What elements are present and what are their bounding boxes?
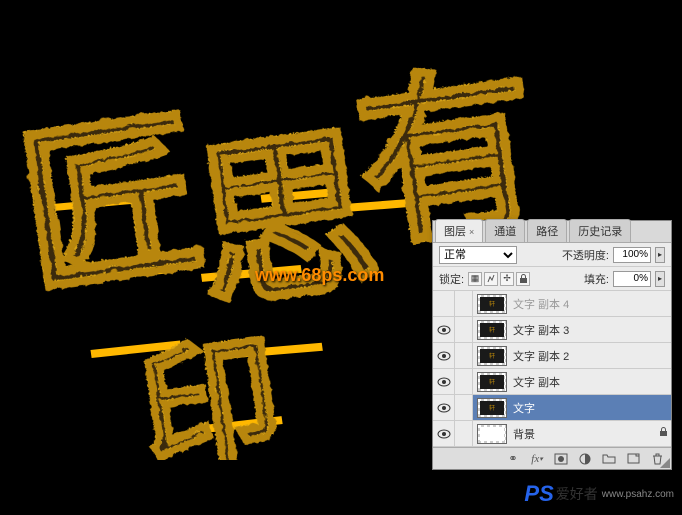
lock-position-icon[interactable]: ✢ (500, 272, 514, 286)
layer-thumbnail[interactable]: 轩 (477, 294, 507, 314)
eye-icon (437, 403, 451, 413)
fx-icon[interactable]: fx▾ (529, 452, 545, 466)
layer-row[interactable]: 轩 文字 (433, 395, 671, 421)
layer-row[interactable]: 轩 文字 副本 4 (433, 291, 671, 317)
layers-panel: 图层× 通道 路径 历史记录 正常 不透明度: ▸ 锁定: ▦ ✢ 填充: ▸ (432, 220, 672, 470)
layer-row[interactable]: 背景 (433, 421, 671, 447)
layer-row[interactable]: 轩 文字 副本 3 (433, 317, 671, 343)
svg-text:印: 印 (130, 321, 290, 460)
visibility-toggle[interactable] (433, 291, 455, 316)
opacity-label: 不透明度: (562, 247, 609, 263)
watermark-center: www.68ps.com (255, 265, 384, 286)
link-layers-icon[interactable]: ⚭ (505, 452, 521, 466)
lock-transparency-icon[interactable]: ▦ (468, 272, 482, 286)
tab-layers[interactable]: 图层× (435, 219, 483, 242)
lock-label: 锁定: (439, 271, 464, 287)
layer-name[interactable]: 背景 (511, 426, 655, 442)
blend-row: 正常 不透明度: ▸ (433, 243, 671, 267)
layer-name[interactable]: 文字 副本 4 (511, 296, 671, 312)
layer-name[interactable]: 文字 副本 2 (511, 348, 671, 364)
resize-handle[interactable] (660, 458, 670, 468)
layer-thumbnail[interactable] (477, 424, 507, 444)
svg-text:思: 思 (181, 110, 387, 332)
visibility-toggle[interactable] (433, 421, 455, 446)
layer-thumbnail[interactable]: 轩 (477, 346, 507, 366)
watermark-cn: 爱好者 (556, 484, 598, 504)
opacity-dropdown-icon[interactable]: ▸ (655, 247, 665, 263)
svg-text:匠: 匠 (20, 94, 214, 316)
layer-row[interactable]: 轩 文字 副本 (433, 369, 671, 395)
fill-dropdown-icon[interactable]: ▸ (655, 271, 665, 287)
visibility-toggle[interactable] (433, 317, 455, 342)
blend-mode-select[interactable]: 正常 (439, 246, 517, 264)
opacity-input[interactable] (613, 247, 651, 263)
close-icon[interactable]: × (469, 227, 474, 237)
visibility-toggle[interactable] (433, 343, 455, 368)
layer-thumbnail[interactable]: 轩 (477, 372, 507, 392)
lock-icon (655, 427, 671, 440)
visibility-toggle[interactable] (433, 369, 455, 394)
layer-thumbnail[interactable]: 轩 (477, 320, 507, 340)
tab-history[interactable]: 历史记录 (569, 219, 631, 242)
fill-label: 填充: (584, 271, 609, 287)
lock-pixels-icon[interactable] (484, 272, 498, 286)
svg-text:印: 印 (130, 321, 290, 460)
layer-row[interactable]: 轩 文字 副本 2 (433, 343, 671, 369)
svg-text:匠: 匠 (20, 94, 214, 316)
watermark-ps: PS (524, 481, 553, 507)
panel-tabs: 图层× 通道 路径 历史记录 (433, 221, 671, 243)
fill-input[interactable] (613, 271, 651, 287)
layer-name[interactable]: 文字 (511, 400, 671, 416)
eye-icon (437, 377, 451, 387)
new-layer-icon[interactable] (625, 452, 641, 466)
layer-thumbnail[interactable]: 轩 (477, 398, 507, 418)
watermark-corner: PS 爱好者 www.psahz.com (524, 481, 674, 507)
layer-name[interactable]: 文字 副本 3 (511, 322, 671, 338)
panel-footer: ⚭ fx▾ (433, 447, 671, 469)
layer-name[interactable]: 文字 副本 (511, 374, 671, 390)
lock-all-icon[interactable] (516, 272, 530, 286)
watermark-url: www.psahz.com (602, 489, 674, 500)
layer-list: 轩 文字 副本 4 轩 文字 副本 3 轩 文字 副本 2 轩 文字 副本 轩 … (433, 291, 671, 447)
lock-row: 锁定: ▦ ✢ 填充: ▸ (433, 267, 671, 291)
eye-icon (437, 325, 451, 335)
tab-channels[interactable]: 通道 (485, 219, 525, 242)
eye-icon (437, 429, 451, 439)
tab-paths[interactable]: 路径 (527, 219, 567, 242)
adjustment-icon[interactable] (577, 452, 593, 466)
svg-text:思: 思 (181, 110, 387, 332)
visibility-toggle[interactable] (433, 395, 455, 420)
group-icon[interactable] (601, 452, 617, 466)
eye-icon (437, 351, 451, 361)
mask-icon[interactable] (553, 452, 569, 466)
